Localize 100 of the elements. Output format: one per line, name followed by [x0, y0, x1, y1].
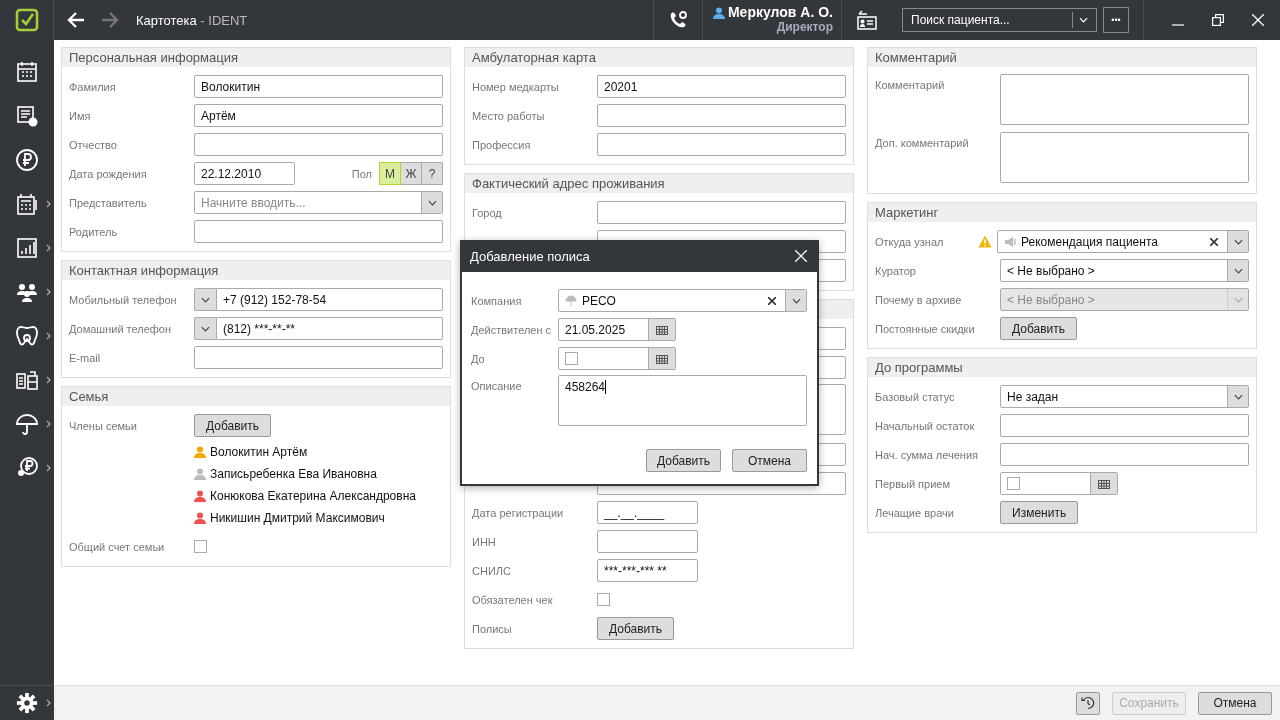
- country-dropdown-button[interactable]: [194, 317, 216, 340]
- text-field[interactable]: ***-***-*** **: [597, 559, 698, 582]
- caret-icon: [427, 199, 437, 206]
- caret-icon: [201, 325, 210, 332]
- contact-card-icon[interactable]: [856, 10, 878, 30]
- caret-icon: [1233, 238, 1243, 245]
- dropdown-button[interactable]: [1227, 260, 1248, 281]
- checkbox[interactable]: [597, 593, 610, 606]
- reports-icon: [15, 236, 39, 260]
- caret-icon: [1233, 296, 1243, 303]
- section-title: Контактная информация: [69, 263, 219, 278]
- gender-option[interactable]: М: [379, 162, 401, 185]
- calendar-button[interactable]: [648, 319, 675, 340]
- text-field[interactable]: [597, 530, 698, 553]
- caret-icon: [1233, 267, 1243, 274]
- family-member-name[interactable]: Никишин Дмитрий Максимович: [210, 511, 385, 525]
- text-field[interactable]: 20201: [597, 75, 846, 98]
- checkbox[interactable]: [194, 540, 207, 553]
- dropdown-button[interactable]: [421, 192, 442, 213]
- gender-option[interactable]: ?: [421, 162, 443, 185]
- field-label: Описание: [471, 380, 522, 392]
- text-field[interactable]: [1000, 443, 1249, 466]
- text-field[interactable]: Волокитин: [194, 75, 443, 98]
- dialog-button[interactable]: Отмена: [732, 449, 807, 472]
- section-title: Маркетинг: [875, 205, 939, 220]
- section-title: Фактический адрес проживания: [472, 176, 665, 191]
- text-field[interactable]: [1000, 414, 1249, 437]
- field-label: Действителен с: [471, 323, 552, 336]
- dropdown-button[interactable]: [1227, 386, 1248, 407]
- action-button[interactable]: Добавить: [597, 617, 675, 640]
- field-label: Доп. комментарий: [875, 137, 969, 149]
- dialog-button[interactable]: Добавить: [646, 449, 721, 472]
- chevron-icon: [46, 244, 51, 252]
- calendar-icon: [655, 323, 669, 336]
- section-title: Семья: [69, 389, 109, 404]
- date-field[interactable]: 21.05.2025: [558, 318, 676, 341]
- text-field[interactable]: [194, 220, 443, 243]
- history-button[interactable]: [1076, 691, 1100, 715]
- phone-field[interactable]: +7 (912) 152-78-54: [216, 288, 443, 311]
- section-title: До программы: [875, 360, 963, 375]
- field-label: СНИЛС: [472, 564, 511, 577]
- forward-arrow-icon[interactable]: [100, 10, 120, 30]
- dropdown-button[interactable]: [785, 290, 806, 311]
- calendar-button[interactable]: [648, 348, 675, 369]
- text-field[interactable]: [194, 346, 443, 369]
- payments-icon: [15, 148, 39, 172]
- action-button[interactable]: Изменить: [1000, 501, 1079, 524]
- chevron-icon: [46, 420, 51, 428]
- date-field[interactable]: [558, 347, 676, 370]
- date-field[interactable]: 22.12.2010: [194, 162, 295, 185]
- cashbox-icon: [15, 192, 39, 216]
- user-icon: [712, 6, 725, 19]
- family-member-name[interactable]: Записьребенка Ева Ивановна: [210, 467, 377, 481]
- cancel-button[interactable]: Отмена: [1198, 691, 1272, 715]
- field-label: Профессия: [472, 138, 531, 151]
- tooth-icon: [15, 324, 39, 348]
- tasks-icon: [15, 104, 39, 128]
- date-field[interactable]: [1000, 472, 1118, 495]
- field-label: Дата регистрации: [472, 506, 564, 519]
- checkbox[interactable]: [1007, 477, 1020, 490]
- country-dropdown-button[interactable]: [194, 288, 216, 311]
- field-label: E-mail: [69, 351, 101, 364]
- text-field[interactable]: [597, 201, 846, 224]
- text-field[interactable]: [597, 133, 846, 156]
- section-title: Персональная информация: [69, 50, 239, 65]
- more-button[interactable]: •••: [1103, 7, 1129, 33]
- field-label: Номер медкарты: [472, 80, 559, 93]
- date-field[interactable]: __.__.____: [597, 501, 698, 524]
- close-icon[interactable]: [1252, 14, 1264, 26]
- action-button[interactable]: Добавить: [1000, 317, 1078, 340]
- text-field[interactable]: Артём: [194, 104, 443, 127]
- dropdown-field[interactable]: Начните вводить...: [194, 191, 443, 214]
- calendar-button[interactable]: [1090, 473, 1117, 494]
- section-title: Амбулаторная карта: [472, 50, 596, 65]
- caret-icon: [201, 296, 210, 303]
- text-field[interactable]: [597, 104, 846, 127]
- dropdown-button[interactable]: [1227, 231, 1248, 252]
- field-label: Откуда узнал: [875, 235, 944, 248]
- close-icon[interactable]: [795, 250, 807, 262]
- text-field[interactable]: [194, 133, 443, 156]
- phone-field[interactable]: (812) ***-**-**: [216, 317, 443, 340]
- dropdown-field[interactable]: РЕСО: [558, 289, 807, 312]
- checkbox[interactable]: [565, 352, 578, 365]
- dropdown-field[interactable]: Рекомендация пациента: [997, 230, 1249, 253]
- dropdown-field[interactable]: Не задан: [1000, 385, 1249, 408]
- family-member-name[interactable]: Волокитин Артём: [210, 445, 308, 459]
- restore-icon[interactable]: [1212, 14, 1224, 26]
- user-name[interactable]: Меркулов А. О.: [727, 5, 833, 20]
- back-arrow-icon[interactable]: [66, 10, 86, 30]
- field-label: Домашний телефон: [69, 322, 172, 335]
- patient-search-field[interactable]: Поиск пациента...: [902, 8, 1097, 32]
- dropdown-field[interactable]: < Не выбрано >: [1000, 259, 1249, 282]
- field-label: ИНН: [472, 535, 496, 548]
- text-area[interactable]: 458264: [558, 375, 807, 426]
- gender-option[interactable]: Ж: [400, 162, 422, 185]
- action-button[interactable]: Добавить: [194, 414, 272, 437]
- field-label: Представитель: [69, 196, 147, 209]
- window-title: Картотека - IDENT: [136, 12, 248, 28]
- field-label: Нач. сумма лечения: [875, 448, 979, 461]
- family-member-name[interactable]: Конюкова Екатерина Александровна: [210, 489, 416, 503]
